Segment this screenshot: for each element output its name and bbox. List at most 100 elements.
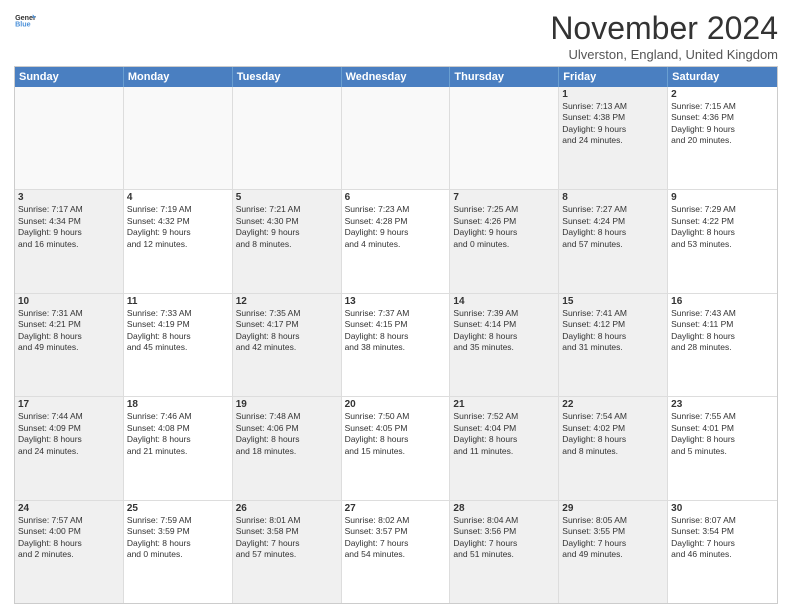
- page-header: General Blue November 2024 Ulverston, En…: [14, 10, 778, 62]
- cell-line: Daylight: 7 hours: [345, 538, 447, 549]
- cell-line: Sunset: 4:12 PM: [562, 319, 664, 330]
- cell-line: and 31 minutes.: [562, 342, 664, 353]
- cell-line: Daylight: 8 hours: [671, 331, 774, 342]
- cell-line: Sunrise: 7:21 AM: [236, 204, 338, 215]
- cal-empty: [450, 87, 559, 189]
- cell-line: Sunset: 4:21 PM: [18, 319, 120, 330]
- cell-line: and 51 minutes.: [453, 549, 555, 560]
- cell-line: Sunset: 4:15 PM: [345, 319, 447, 330]
- day-number: 27: [345, 503, 447, 514]
- day-number: 9: [671, 192, 774, 203]
- cell-line: Sunset: 4:02 PM: [562, 423, 664, 434]
- day-number: 10: [18, 296, 120, 307]
- day-number: 16: [671, 296, 774, 307]
- cell-line: Sunrise: 7:55 AM: [671, 411, 774, 422]
- cell-line: and 24 minutes.: [562, 135, 664, 146]
- cell-line: Daylight: 9 hours: [453, 227, 555, 238]
- cal-day-29: 29Sunrise: 8:05 AMSunset: 3:55 PMDayligh…: [559, 501, 668, 603]
- day-number: 13: [345, 296, 447, 307]
- cell-line: Sunset: 4:30 PM: [236, 216, 338, 227]
- cal-empty: [124, 87, 233, 189]
- cell-line: Sunrise: 7:33 AM: [127, 308, 229, 319]
- cell-line: Sunrise: 7:48 AM: [236, 411, 338, 422]
- day-number: 25: [127, 503, 229, 514]
- logo: General Blue: [14, 10, 36, 32]
- day-number: 23: [671, 399, 774, 410]
- weekday-header-thursday: Thursday: [450, 67, 559, 87]
- cell-line: Daylight: 8 hours: [236, 331, 338, 342]
- cell-line: Daylight: 9 hours: [236, 227, 338, 238]
- cell-line: and 5 minutes.: [671, 446, 774, 457]
- cell-line: and 8 minutes.: [236, 239, 338, 250]
- calendar-page: General Blue November 2024 Ulverston, En…: [0, 0, 792, 612]
- day-number: 17: [18, 399, 120, 410]
- cell-line: Sunrise: 7:35 AM: [236, 308, 338, 319]
- day-number: 19: [236, 399, 338, 410]
- cell-line: Daylight: 8 hours: [345, 331, 447, 342]
- cell-line: Sunset: 3:57 PM: [345, 526, 447, 537]
- cell-line: Daylight: 7 hours: [671, 538, 774, 549]
- cell-line: Daylight: 7 hours: [236, 538, 338, 549]
- cal-day-11: 11Sunrise: 7:33 AMSunset: 4:19 PMDayligh…: [124, 294, 233, 396]
- cal-day-2: 2Sunrise: 7:15 AMSunset: 4:36 PMDaylight…: [668, 87, 777, 189]
- cell-line: Sunrise: 7:27 AM: [562, 204, 664, 215]
- cal-day-5: 5Sunrise: 7:21 AMSunset: 4:30 PMDaylight…: [233, 190, 342, 292]
- cal-day-1: 1Sunrise: 7:13 AMSunset: 4:38 PMDaylight…: [559, 87, 668, 189]
- cell-line: and 0 minutes.: [453, 239, 555, 250]
- cal-day-16: 16Sunrise: 7:43 AMSunset: 4:11 PMDayligh…: [668, 294, 777, 396]
- cal-empty: [15, 87, 124, 189]
- weekday-header-tuesday: Tuesday: [233, 67, 342, 87]
- cell-line: Sunset: 4:11 PM: [671, 319, 774, 330]
- cell-line: Daylight: 8 hours: [562, 434, 664, 445]
- cell-line: and 24 minutes.: [18, 446, 120, 457]
- calendar-row-1: 1Sunrise: 7:13 AMSunset: 4:38 PMDaylight…: [15, 87, 777, 190]
- cell-line: Daylight: 9 hours: [562, 124, 664, 135]
- cell-line: and 8 minutes.: [562, 446, 664, 457]
- cal-day-19: 19Sunrise: 7:48 AMSunset: 4:06 PMDayligh…: [233, 397, 342, 499]
- cell-line: Sunrise: 7:29 AM: [671, 204, 774, 215]
- svg-text:Blue: Blue: [15, 21, 31, 29]
- cell-line: Sunset: 3:54 PM: [671, 526, 774, 537]
- cell-line: and 54 minutes.: [345, 549, 447, 560]
- cal-day-25: 25Sunrise: 7:59 AMSunset: 3:59 PMDayligh…: [124, 501, 233, 603]
- cell-line: Daylight: 8 hours: [18, 434, 120, 445]
- cell-line: and 45 minutes.: [127, 342, 229, 353]
- cell-line: Sunset: 4:14 PM: [453, 319, 555, 330]
- cal-day-14: 14Sunrise: 7:39 AMSunset: 4:14 PMDayligh…: [450, 294, 559, 396]
- cell-line: Daylight: 9 hours: [18, 227, 120, 238]
- cell-line: Daylight: 9 hours: [345, 227, 447, 238]
- day-number: 15: [562, 296, 664, 307]
- cell-line: and 15 minutes.: [345, 446, 447, 457]
- cell-line: Sunset: 3:58 PM: [236, 526, 338, 537]
- day-number: 8: [562, 192, 664, 203]
- cell-line: Sunset: 4:19 PM: [127, 319, 229, 330]
- cell-line: Sunrise: 7:41 AM: [562, 308, 664, 319]
- cell-line: Sunrise: 8:04 AM: [453, 515, 555, 526]
- cell-line: Sunset: 4:01 PM: [671, 423, 774, 434]
- cell-line: Sunset: 4:08 PM: [127, 423, 229, 434]
- cell-line: and 49 minutes.: [562, 549, 664, 560]
- cal-day-22: 22Sunrise: 7:54 AMSunset: 4:02 PMDayligh…: [559, 397, 668, 499]
- day-number: 21: [453, 399, 555, 410]
- cell-line: Sunset: 4:36 PM: [671, 112, 774, 123]
- cell-line: and 20 minutes.: [671, 135, 774, 146]
- cell-line: and 12 minutes.: [127, 239, 229, 250]
- cal-day-7: 7Sunrise: 7:25 AMSunset: 4:26 PMDaylight…: [450, 190, 559, 292]
- weekday-header-saturday: Saturday: [668, 67, 777, 87]
- cell-line: Sunrise: 7:15 AM: [671, 101, 774, 112]
- cell-line: Daylight: 8 hours: [127, 538, 229, 549]
- month-title: November 2024: [550, 10, 778, 47]
- day-number: 18: [127, 399, 229, 410]
- cell-line: and 4 minutes.: [345, 239, 447, 250]
- cell-line: Sunrise: 8:01 AM: [236, 515, 338, 526]
- cell-line: Daylight: 8 hours: [562, 331, 664, 342]
- weekday-header-wednesday: Wednesday: [342, 67, 451, 87]
- cell-line: Daylight: 9 hours: [127, 227, 229, 238]
- cell-line: and 35 minutes.: [453, 342, 555, 353]
- cal-empty: [342, 87, 451, 189]
- day-number: 29: [562, 503, 664, 514]
- cal-empty: [233, 87, 342, 189]
- calendar-body: 1Sunrise: 7:13 AMSunset: 4:38 PMDaylight…: [15, 87, 777, 603]
- day-number: 14: [453, 296, 555, 307]
- day-number: 20: [345, 399, 447, 410]
